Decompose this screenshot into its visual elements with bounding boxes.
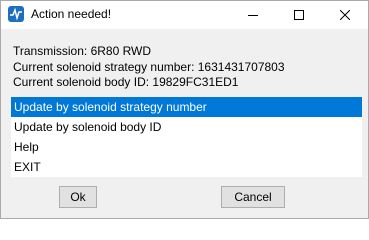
waveform-app-icon [8, 6, 24, 22]
option-update-by-body-id[interactable]: Update by solenoid body ID [11, 117, 362, 137]
transmission-info: Transmission: 6R80 RWD Current solenoid … [13, 44, 285, 91]
dialog-window: Action needed! Transmission: 6R80 RWD Cu… [0, 0, 369, 219]
title-bar[interactable]: Action needed! [1, 1, 368, 29]
close-icon [340, 10, 350, 20]
window-title: Action needed! [31, 7, 112, 21]
body-id-label: Current solenoid body ID: 19829FC31ED1 [13, 75, 239, 89]
cancel-button[interactable]: Cancel [221, 186, 285, 208]
option-update-by-strategy-number[interactable]: Update by solenoid strategy number [11, 97, 362, 117]
option-exit[interactable]: EXIT [11, 157, 362, 177]
transmission-label: Transmission: 6R80 RWD [13, 44, 152, 58]
options-list[interactable]: Update by solenoid strategy number Updat… [11, 97, 362, 177]
strategy-number-label: Current solenoid strategy number: 163143… [13, 59, 285, 74]
option-help[interactable]: Help [11, 137, 362, 157]
ok-button[interactable]: Ok [59, 186, 97, 208]
maximize-icon [294, 10, 304, 20]
maximize-button[interactable] [276, 1, 322, 29]
minimize-button[interactable] [230, 1, 276, 29]
close-button[interactable] [322, 1, 368, 29]
minimize-icon [248, 15, 258, 16]
